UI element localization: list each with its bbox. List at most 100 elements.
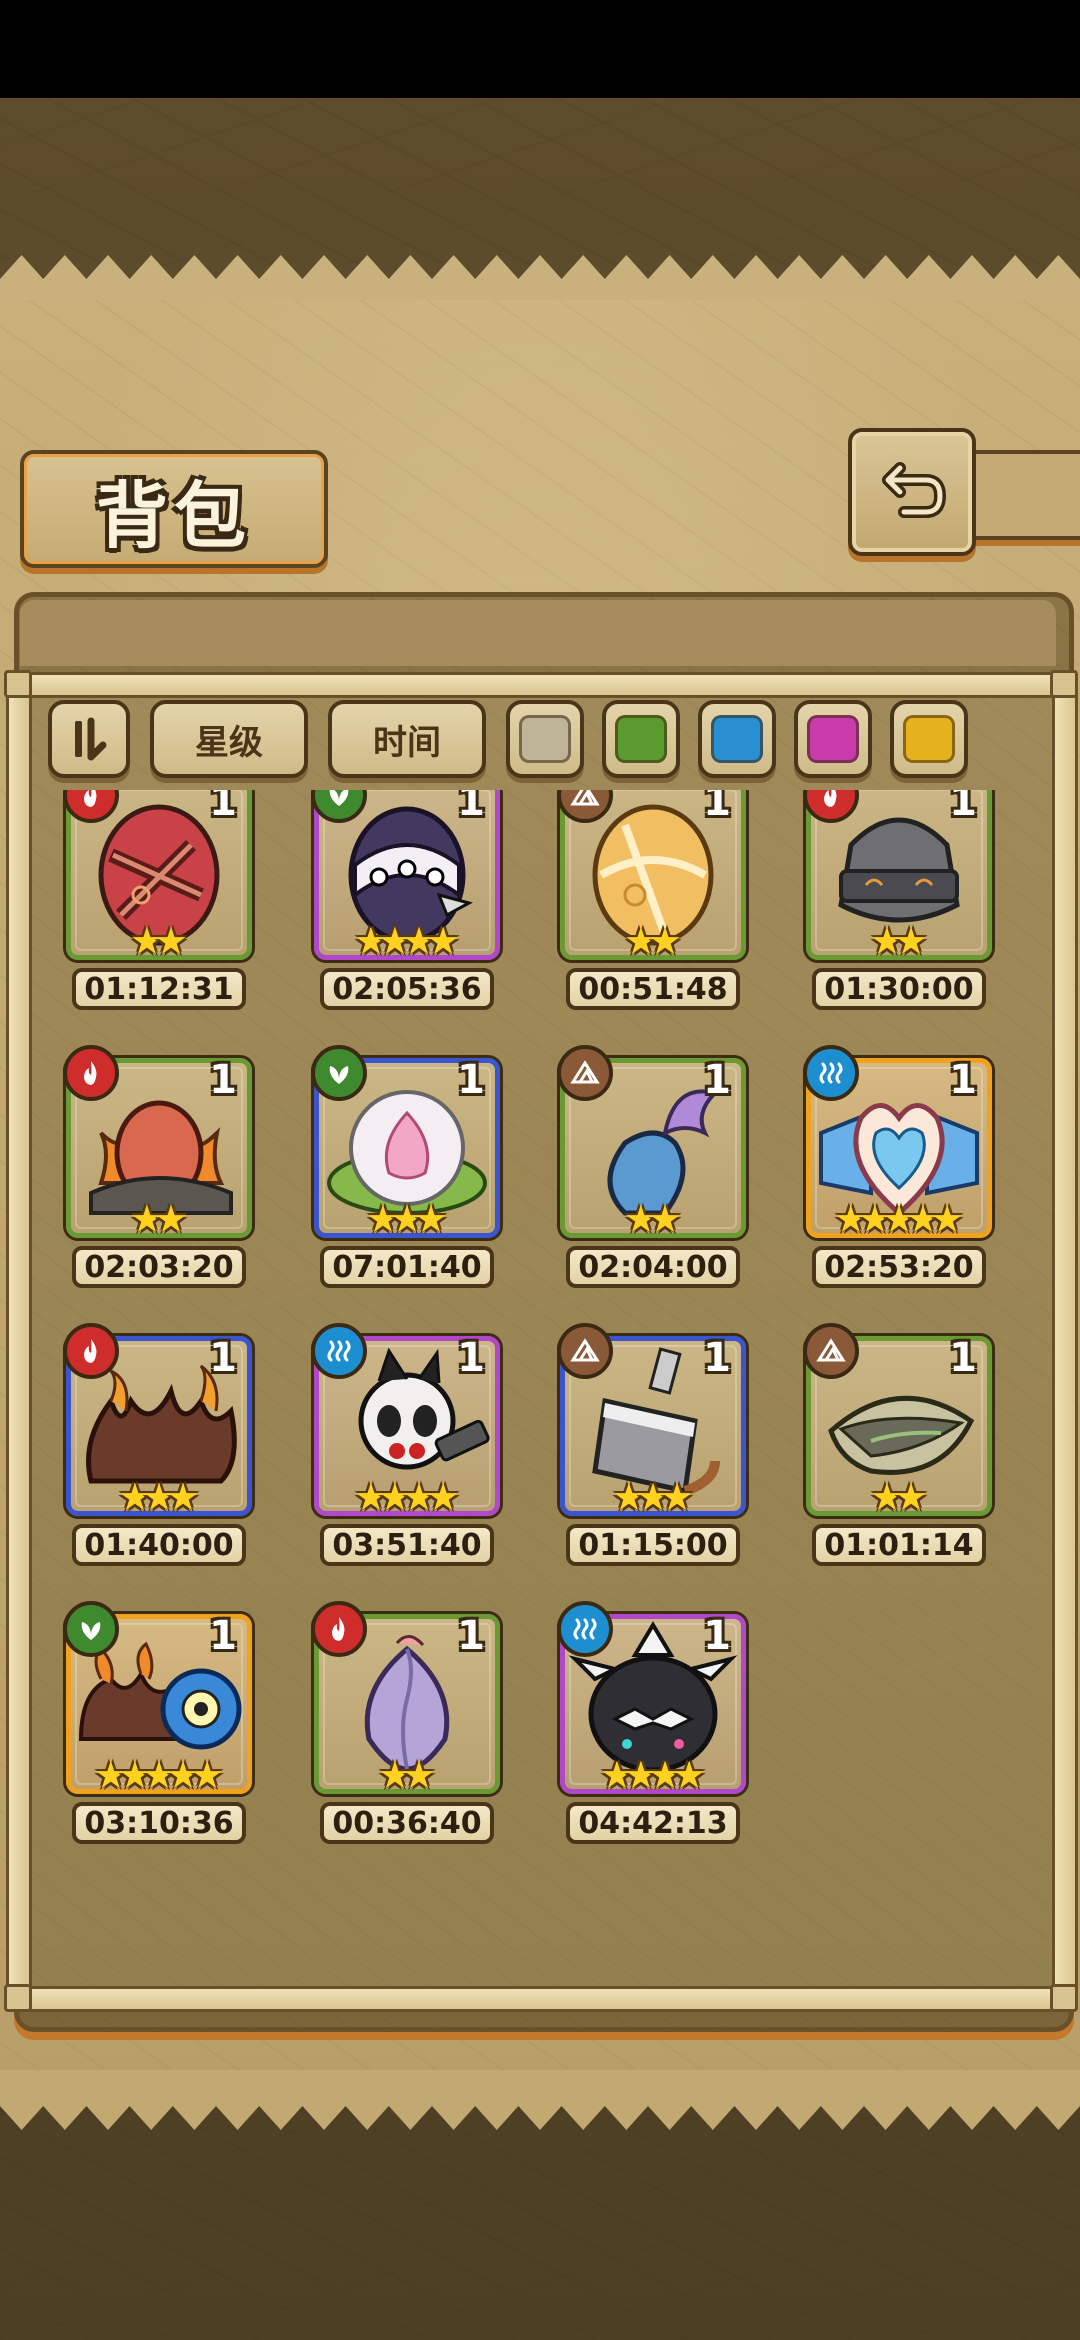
inventory-slot[interactable]: 1 ★★★ 07:01:40 — [302, 1045, 506, 1298]
egg-card[interactable]: 1 ★★★ — [557, 1323, 746, 1519]
inventory-slot[interactable]: 1 ★★ 02:04:00 — [548, 1045, 752, 1298]
star-icon: ★ — [894, 1475, 928, 1519]
panel-header-strip — [20, 600, 1056, 666]
star-icon: ★ — [672, 1753, 706, 1797]
egg-card[interactable]: 1 ★★★★★ — [63, 1601, 252, 1797]
inventory-slot[interactable]: 1 ★★ 01:30:00 — [794, 790, 998, 1020]
star-icon: ★ — [353, 1475, 388, 1519]
egg-card[interactable]: 1 ★★★ — [63, 1323, 252, 1519]
hatch-timer: 02:04:00 — [566, 1246, 740, 1288]
filter-gray-button[interactable] — [506, 700, 584, 778]
star-rating: ★★ — [565, 919, 741, 963]
star-rating: ★★ — [811, 1475, 987, 1519]
star-icon: ★ — [377, 919, 412, 963]
egg-card[interactable]: 1 ★★★ — [311, 1045, 500, 1241]
sort-by-star-button[interactable]: 星级 — [150, 700, 308, 778]
water-element-icon — [311, 1323, 367, 1379]
egg-card[interactable]: 1 ★★ — [311, 1601, 500, 1797]
mountain-element-icon — [557, 1323, 613, 1379]
egg-card[interactable]: 1 ★★★★ — [311, 790, 500, 963]
back-tab — [958, 450, 1080, 540]
item-count: 1 — [209, 1613, 237, 1659]
inventory-slot[interactable]: 1 ★★★★ 02:05:36 — [302, 790, 506, 1020]
star-rating: ★★★ — [71, 1475, 247, 1519]
filter-swatch — [807, 715, 859, 763]
hatch-timer: 07:01:40 — [320, 1246, 494, 1288]
star-icon: ★ — [402, 919, 436, 963]
star-icon: ★ — [154, 1197, 188, 1241]
inventory-slot[interactable]: 1 ★★★ 01:15:00 — [548, 1323, 752, 1576]
star-icon: ★ — [857, 1197, 892, 1241]
star-icon: ★ — [129, 919, 164, 963]
status-bar — [0, 0, 1080, 98]
page-title: 背包 — [95, 472, 252, 558]
inventory-slot[interactable]: 1 ★★★★★ 03:10:36 — [60, 1601, 258, 1854]
star-icon: ★ — [414, 1197, 448, 1241]
sort-order-button[interactable] — [48, 700, 130, 778]
inventory-slot[interactable]: 1 ★★ 01:12:31 — [60, 790, 258, 1020]
star-rating: ★★ — [319, 1753, 495, 1797]
egg-card[interactable]: 1 ★★★★ — [311, 1323, 500, 1519]
star-rating: ★★ — [811, 919, 987, 963]
star-icon: ★ — [894, 919, 928, 963]
sort-by-time-button[interactable]: 时间 — [328, 700, 486, 778]
filter-purple-button[interactable] — [794, 700, 872, 778]
egg-card[interactable]: 1 ★★ — [803, 790, 992, 963]
star-icon: ★ — [648, 1197, 682, 1241]
hatch-timer: 04:42:13 — [566, 1802, 740, 1844]
item-count: 1 — [457, 1057, 485, 1103]
star-icon: ★ — [623, 1197, 658, 1241]
star-icon: ★ — [660, 1475, 694, 1519]
hatch-timer: 02:05:36 — [320, 968, 494, 1010]
star-icon: ★ — [599, 1753, 634, 1797]
inventory-slot[interactable]: 1 ★★★★ 04:42:13 — [548, 1601, 752, 1854]
item-count: 1 — [457, 1335, 485, 1381]
back-button[interactable] — [848, 428, 976, 556]
filter-blue-button[interactable] — [698, 700, 776, 778]
star-icon: ★ — [377, 1753, 412, 1797]
star-rating: ★★ — [71, 1197, 247, 1241]
inventory-slot[interactable]: 1 ★★ 01:01:14 — [794, 1323, 998, 1576]
inventory-slot[interactable]: 1 ★★ 00:36:40 — [302, 1601, 506, 1854]
egg-card[interactable]: 1 ★★★★ — [557, 1601, 746, 1797]
star-icon: ★ — [353, 919, 388, 963]
star-icon: ★ — [166, 1475, 200, 1519]
filter-swatch — [711, 715, 763, 763]
star-rating: ★★★★★ — [811, 1197, 987, 1241]
egg-card[interactable]: 1 ★★ — [557, 790, 746, 963]
hatch-timer: 01:40:00 — [72, 1524, 246, 1566]
rail-corner — [4, 1984, 32, 2012]
star-icon: ★ — [402, 1753, 436, 1797]
egg-card[interactable]: 1 ★★ — [63, 790, 252, 963]
item-count: 1 — [703, 1335, 731, 1381]
inventory-slot[interactable]: 1 ★★★★★ 02:53:20 — [794, 1045, 998, 1298]
star-icon: ★ — [869, 919, 904, 963]
leaf-element-icon — [311, 1045, 367, 1101]
inventory-slot[interactable]: 1 ★★ 00:51:48 — [548, 790, 752, 1020]
star-icon: ★ — [190, 1753, 224, 1797]
item-count: 1 — [209, 790, 237, 825]
filter-green-button[interactable] — [602, 700, 680, 778]
item-count: 1 — [457, 1613, 485, 1659]
inventory-slot[interactable]: 1 ★★★ 01:40:00 — [60, 1323, 258, 1576]
back-control — [848, 428, 1080, 556]
rail-top — [20, 672, 1056, 698]
star-icon: ★ — [402, 1475, 436, 1519]
sort-direction-icon — [75, 717, 107, 761]
star-rating: ★★★ — [565, 1475, 741, 1519]
egg-card[interactable]: 1 ★★ — [803, 1323, 992, 1519]
star-icon: ★ — [648, 919, 682, 963]
inventory-slot[interactable]: 1 ★★ 02:03:20 — [60, 1045, 258, 1298]
filter-orange-button[interactable] — [890, 700, 968, 778]
rail-bottom — [20, 1986, 1056, 2012]
hatch-timer: 03:51:40 — [320, 1524, 494, 1566]
inventory-slot[interactable]: 1 ★★★★ 03:51:40 — [302, 1323, 506, 1576]
star-rating: ★★★★★ — [71, 1753, 247, 1797]
star-icon: ★ — [930, 1197, 964, 1241]
egg-card[interactable]: 1 ★★ — [557, 1045, 746, 1241]
item-count: 1 — [209, 1335, 237, 1381]
star-icon: ★ — [869, 1475, 904, 1519]
egg-card[interactable]: 1 ★★★★★ — [803, 1045, 992, 1241]
egg-card[interactable]: 1 ★★ — [63, 1045, 252, 1241]
star-icon: ★ — [377, 1475, 412, 1519]
